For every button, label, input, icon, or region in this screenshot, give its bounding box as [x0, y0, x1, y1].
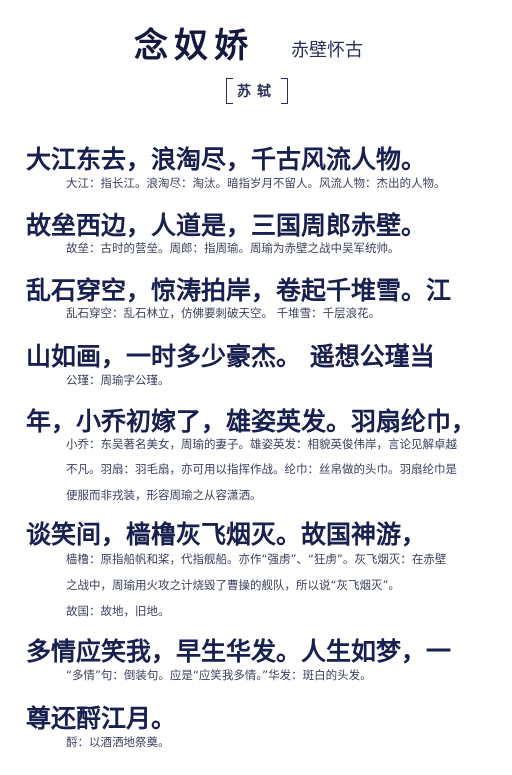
verse-note: 樯橹：原指船帆和桨，代指舰船。亦作“强虏”、“狂虏”。灰飞烟灭：在赤壁 — [66, 552, 447, 566]
verse-note: 公瑾：周瑜字公瑾。 — [66, 373, 170, 387]
verse-line: 谈笑间，樯橹灰飞烟灭。故国神游， — [26, 520, 427, 549]
verse-line: 多情应笑我，早生华发。人生如梦，一 — [26, 637, 452, 666]
verse-line: 乱石穿空，惊涛拍岸，卷起千堆雪。江 — [26, 276, 452, 305]
verse-note: 小乔：东吴著名美女，周瑜的妻子。雄姿英发：相貌英俊伟岸，言论见解卓越 — [66, 437, 457, 451]
verse-note: “多情”句：倒装句。应是“应笑我多情。”华发：斑白的头发。 — [66, 668, 372, 682]
author-label: 苏轼 — [226, 78, 288, 104]
verse-note: 故国：故地，旧地。 — [66, 604, 170, 618]
verse-note: 之战中，周瑜用火攻之计烧毁了曹操的舰队，所以说“灰飞烟灭”。 — [66, 578, 400, 592]
verse-note: 乱石穿空：乱石林立，仿佛要刺破天空。 千堆雪：千层浪花。 — [66, 306, 381, 320]
poem-title: 念奴娇 — [134, 26, 254, 66]
verse-note: 不凡。羽扇：羽毛扇，亦可用以指挥作战。纶巾：丝帛做的头巾。羽扇纶巾是 — [66, 462, 457, 476]
verse-line: 故垒西边，人道是，三国周郎赤壁。 — [26, 211, 427, 240]
verse-line: 尊还酹江月。 — [26, 704, 177, 733]
verse-note: 大江：指长江。浪淘尽：淘汰。暗指岁月不留人。风流人物：杰出的人物。 — [66, 176, 446, 190]
verse-line: 山如画，一时多少豪杰。 遥想公瑾当 — [26, 342, 435, 371]
right-bracket — [281, 78, 288, 104]
verse-note: 酹：以酒洒地祭奠。 — [66, 735, 170, 749]
verse-line: 大江东去，浪淘尽，千古风流人物。 — [26, 145, 427, 174]
author-name: 苏轼 — [237, 84, 277, 100]
verse-line: 年，小乔初嫁了，雄姿英发。羽扇纶巾， — [26, 407, 477, 436]
poem-subtitle: 赤壁怀古 — [291, 40, 363, 61]
title-row: 念奴娇 赤壁怀古 — [0, 14, 512, 70]
verse-note: 故垒：古时的营垒。周郎：指周瑜。周瑜为赤壁之战中吴军统帅。 — [66, 241, 400, 255]
verse-note: 便服而非戎装，形容周瑜之从容潇洒。 — [66, 488, 262, 502]
